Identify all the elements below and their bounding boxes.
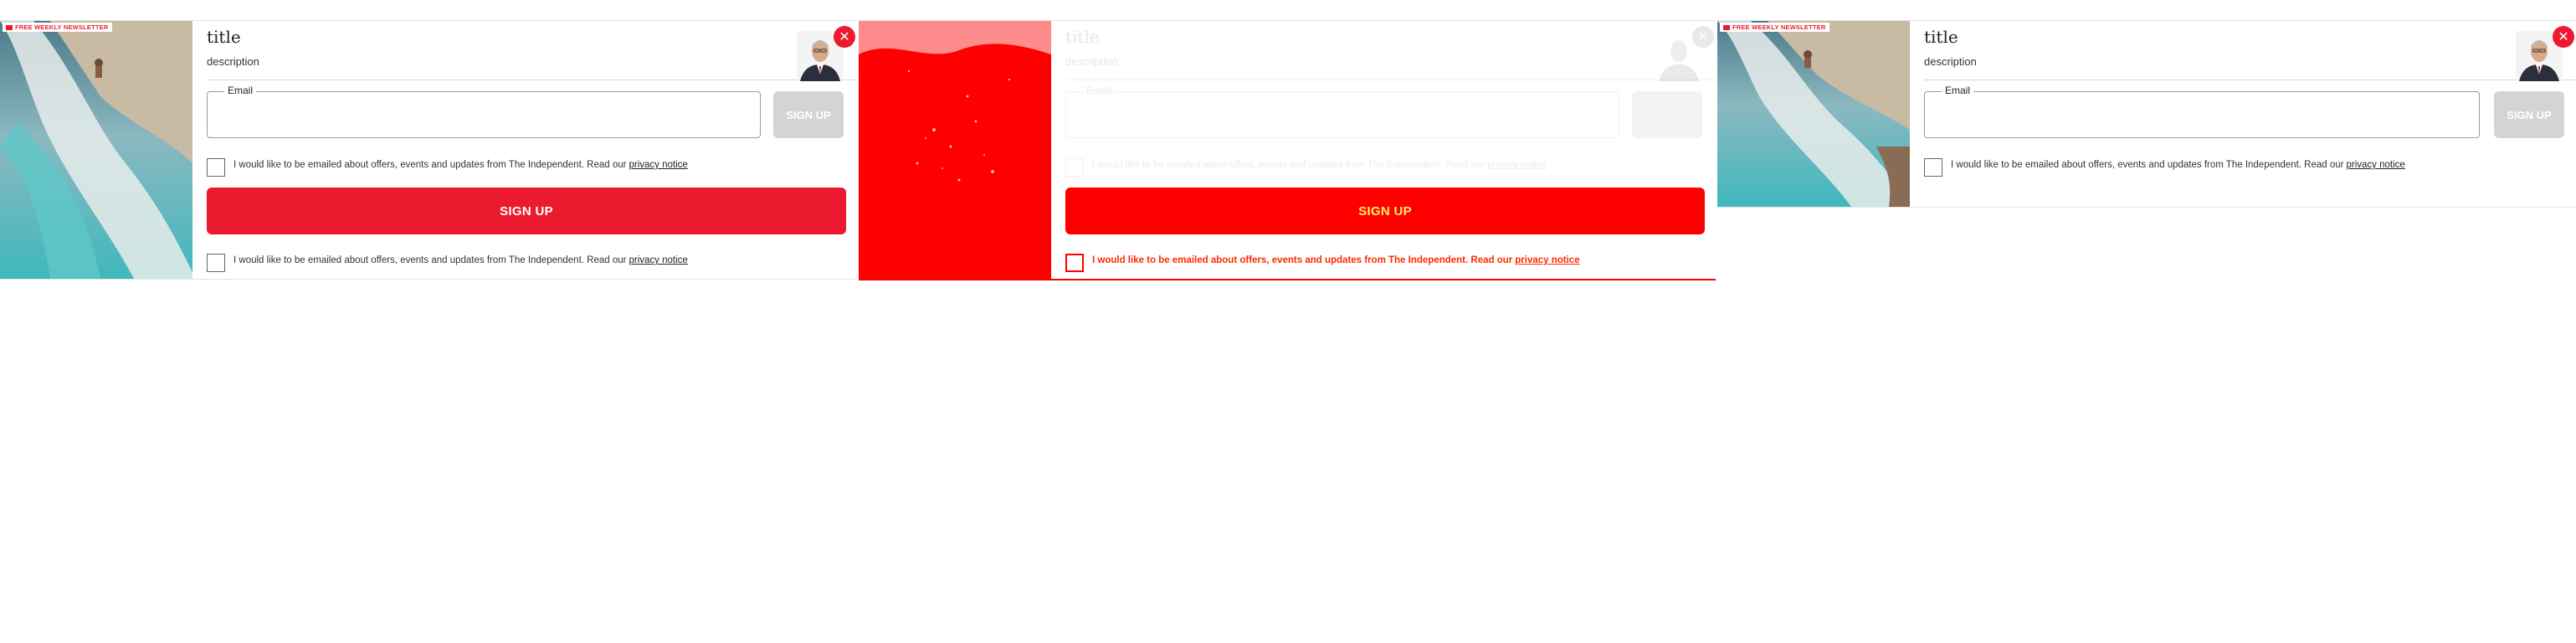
newsletter-title: title: [1065, 27, 1100, 47]
signup-button[interactable]: SIGN UP: [207, 188, 846, 234]
privacy-notice-link[interactable]: privacy notice: [2346, 160, 2404, 170]
consent-text: I would like to be emailed about offers,…: [1092, 255, 1513, 265]
consent-text: I would like to be emailed about offers,…: [233, 160, 627, 170]
consent-checkbox[interactable]: [1924, 158, 1942, 177]
newsletter-panel-3: FREE WEEKLY NEWSLETTER title description…: [1717, 20, 2576, 208]
email-input[interactable]: [1925, 92, 2479, 137]
privacy-notice-link[interactable]: privacy notice: [1487, 160, 1546, 170]
email-field[interactable]: Email: [1065, 85, 1619, 138]
email-label: Email: [1942, 85, 1974, 96]
newsletter-description: description: [1065, 55, 1118, 68]
envelope-icon: [1723, 25, 1730, 30]
consent-checkbox-secondary[interactable]: [1065, 254, 1084, 272]
independent-eagle-close-icon[interactable]: ✕: [834, 26, 855, 48]
newsletter-panel-1: FREE WEEKLY NEWSLETTER title description…: [0, 20, 857, 280]
email-label: Email: [224, 85, 257, 96]
consent-row: I would like to be emailed about offers,…: [207, 158, 688, 177]
consent-row: I would like to be emailed about offers,…: [1065, 158, 1547, 177]
consent-row-secondary: I would like to be emailed about offers,…: [1065, 254, 1580, 272]
beach-hero-image-mask: [859, 21, 1051, 279]
email-field[interactable]: Email: [207, 85, 761, 138]
newsletter-description: description: [207, 55, 259, 68]
beach-hero-image: FREE WEEKLY NEWSLETTER: [1717, 21, 1910, 207]
consent-checkbox[interactable]: [1065, 158, 1084, 177]
newsletter-badge: FREE WEEKLY NEWSLETTER: [3, 23, 112, 32]
envelope-icon: [6, 25, 13, 30]
consent-checkbox-secondary[interactable]: [207, 254, 225, 272]
signup-button[interactable]: SIGN UP: [1065, 188, 1705, 234]
newsletter-title: title: [1924, 27, 1958, 47]
independent-eagle-close-icon[interactable]: ✕: [1692, 26, 1714, 48]
email-input[interactable]: [1066, 92, 1619, 137]
beach-hero-image: FREE WEEKLY NEWSLETTER: [0, 21, 192, 279]
signup-button-inline[interactable]: SIGN UP: [773, 91, 844, 138]
email-field[interactable]: Email: [1924, 85, 2480, 138]
email-label: Email: [1083, 85, 1116, 96]
privacy-notice-link[interactable]: privacy notice: [1515, 255, 1579, 265]
privacy-notice-link[interactable]: privacy notice: [629, 255, 687, 265]
consent-row-secondary: I would like to be emailed about offers,…: [207, 254, 688, 272]
newsletter-panel-2: title description ✕ Email SIGN UP I woul…: [859, 20, 1716, 280]
consent-text: I would like to be emailed about offers,…: [233, 255, 627, 265]
newsletter-title: title: [207, 27, 241, 47]
newsletter-description: description: [1924, 55, 1977, 68]
email-input[interactable]: [208, 92, 760, 137]
consent-checkbox[interactable]: [207, 158, 225, 177]
consent-text: I would like to be emailed about offers,…: [1951, 160, 2344, 170]
signup-button-inline[interactable]: SIGN UP: [2494, 91, 2564, 138]
newsletter-badge: FREE WEEKLY NEWSLETTER: [1720, 23, 1829, 32]
consent-text: I would like to be emailed about offers,…: [1092, 160, 1486, 170]
independent-eagle-close-icon[interactable]: ✕: [2553, 26, 2574, 48]
consent-row: I would like to be emailed about offers,…: [1924, 158, 2405, 177]
signup-button-inline[interactable]: SIGN UP: [1632, 91, 1702, 138]
privacy-notice-link[interactable]: privacy notice: [629, 160, 687, 170]
